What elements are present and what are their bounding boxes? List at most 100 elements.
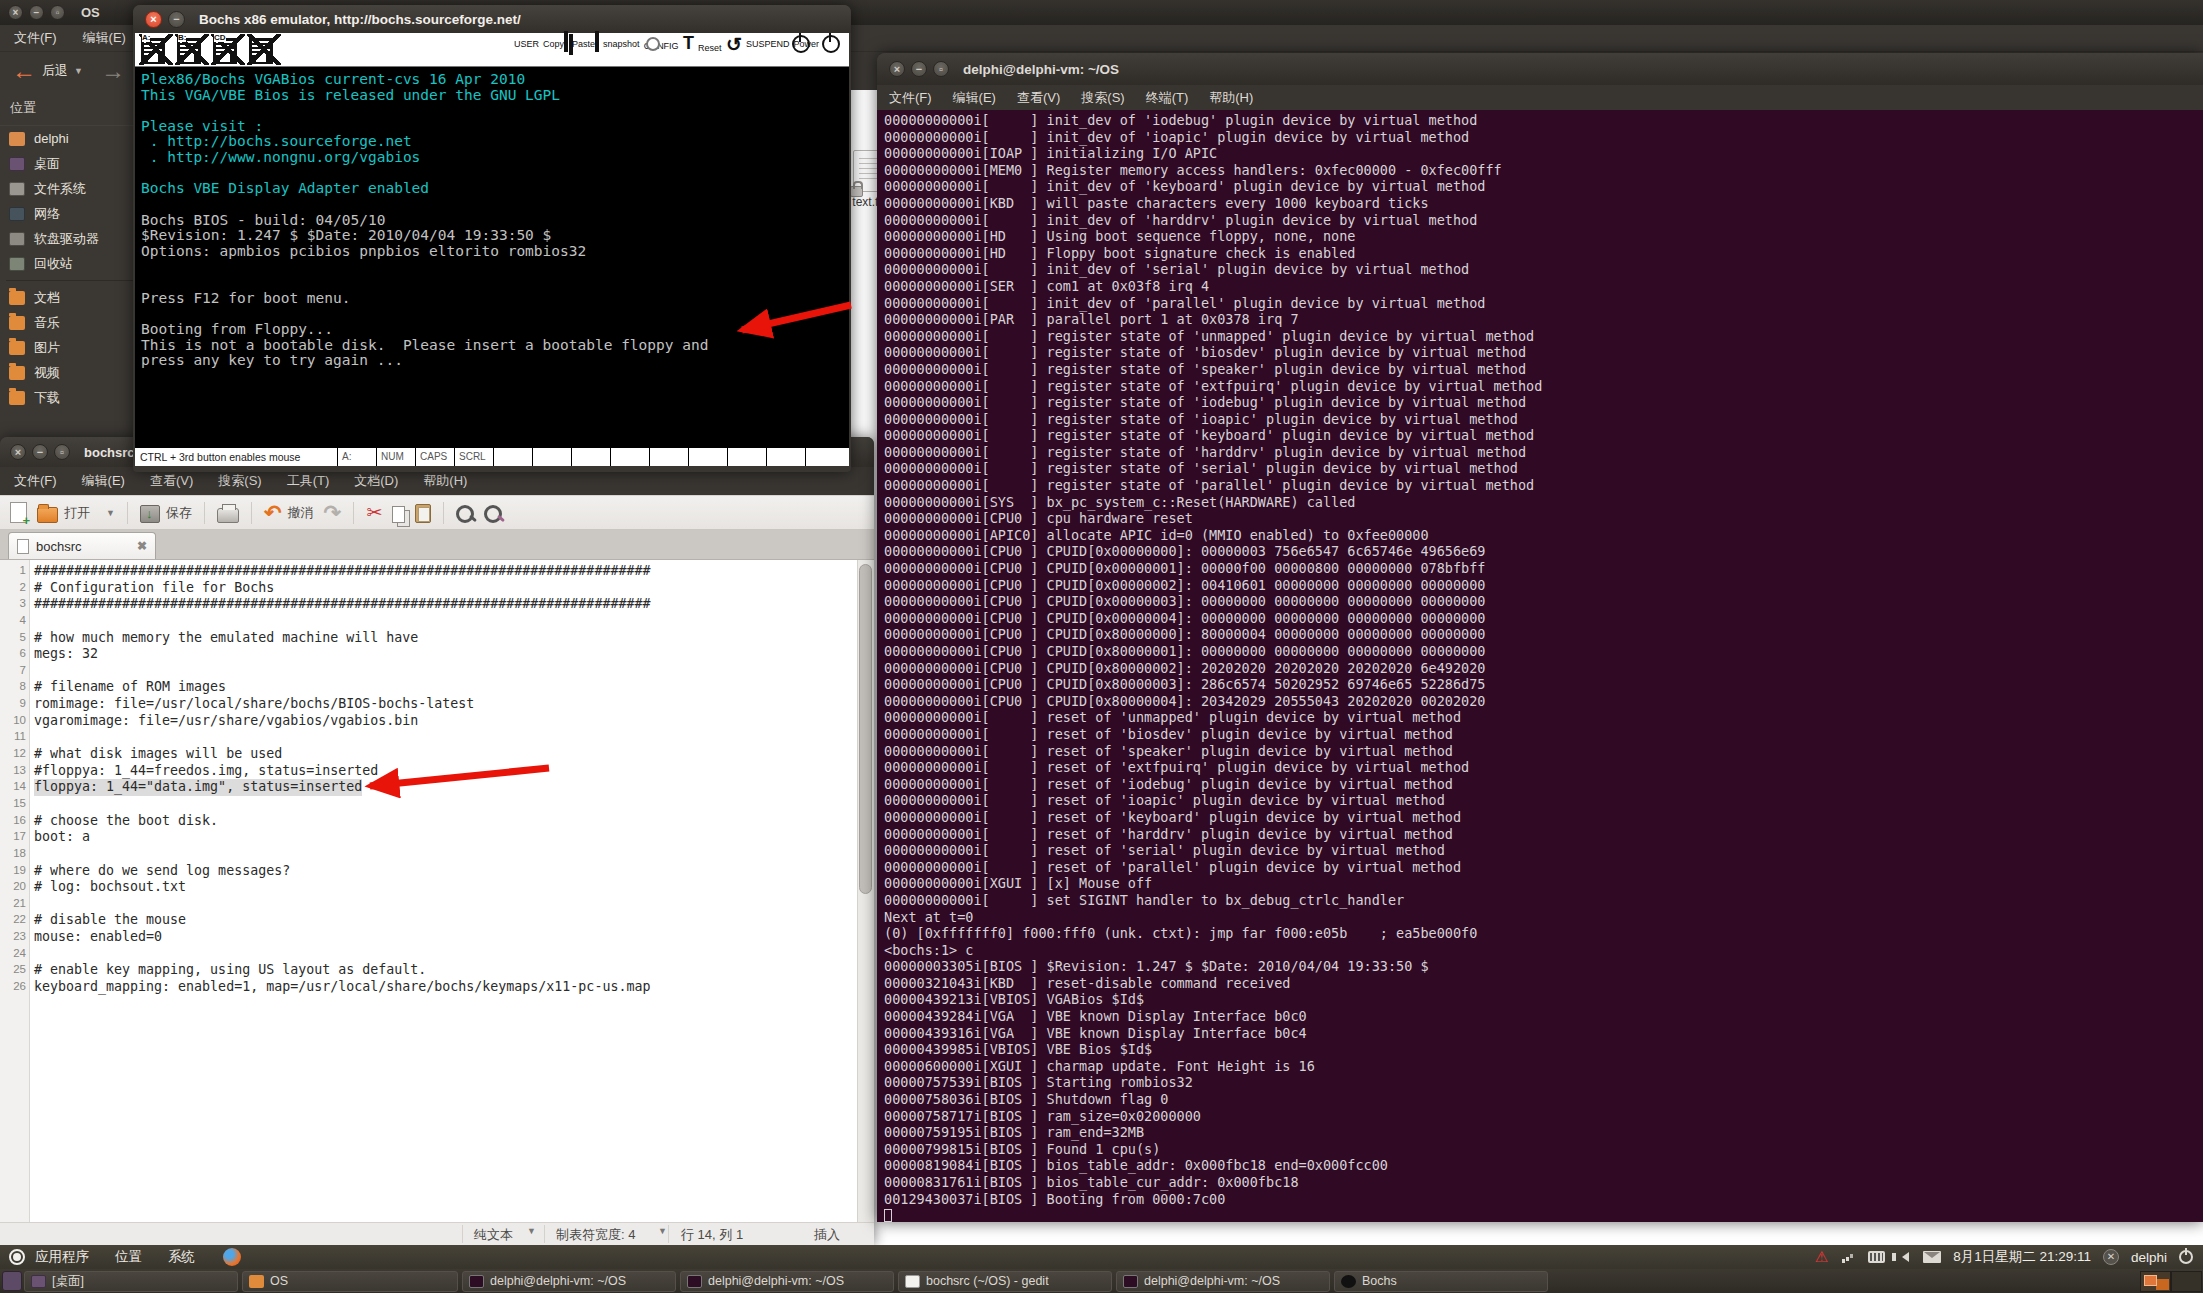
fm-minimize-icon[interactable]: − bbox=[29, 5, 44, 20]
paste-icon[interactable] bbox=[415, 504, 431, 523]
fm-places-label[interactable]: 位置 bbox=[10, 99, 140, 117]
gedit-menu-item[interactable]: 文件(F) bbox=[14, 472, 57, 490]
fm-menu-item[interactable]: 文件(F) bbox=[14, 29, 57, 47]
bochs-disk-icon[interactable]: B: bbox=[175, 34, 209, 65]
undo-icon[interactable]: ↶ bbox=[264, 502, 282, 524]
cut-icon[interactable]: ✂ bbox=[366, 502, 382, 524]
power-icon[interactable] bbox=[2179, 1250, 2193, 1264]
find-icon[interactable] bbox=[456, 502, 474, 524]
gedit-line: 8# filename of ROM images bbox=[0, 679, 874, 696]
workspace-2[interactable] bbox=[2171, 1271, 2202, 1292]
bochs-tool-button[interactable]: USER bbox=[514, 33, 539, 56]
fm-menu-item[interactable]: 编辑(E) bbox=[83, 29, 126, 47]
terminal-line: 00000000000i[ ] register state of 'iodeb… bbox=[884, 394, 2203, 411]
gedit-maximize-icon[interactable]: ▫ bbox=[54, 444, 70, 460]
back-dropdown-icon[interactable]: ▼ bbox=[74, 66, 83, 76]
bochs-status-message: CTRL + 3rd button enables mouse bbox=[135, 448, 337, 466]
copy-icon[interactable] bbox=[392, 506, 405, 523]
doc-type-dropdown-icon[interactable]: ▼ bbox=[527, 1226, 536, 1236]
fm-maximize-icon[interactable]: ▫ bbox=[50, 5, 65, 20]
open-button-label[interactable]: 打开 bbox=[64, 504, 90, 522]
terminal-titlebar[interactable]: × − ▫ delphi@delphi-vm: ~/OS bbox=[877, 53, 2203, 85]
applications-menu[interactable]: 应用程序 bbox=[35, 1248, 89, 1266]
terminal-maximize-icon[interactable]: ▫ bbox=[933, 61, 949, 77]
back-button-label[interactable]: 后退 bbox=[42, 62, 68, 80]
gedit-menu-item[interactable]: 编辑(E) bbox=[82, 472, 125, 490]
doc-type-label[interactable]: 纯文本 bbox=[474, 1226, 513, 1244]
warning-icon[interactable]: ⚠ bbox=[1815, 1248, 1828, 1266]
bochs-disk-icon[interactable] bbox=[247, 34, 281, 65]
user-name[interactable]: delphi bbox=[2131, 1250, 2167, 1265]
gedit-menu-item[interactable]: 文档(D) bbox=[354, 472, 398, 490]
tab-width-dropdown-icon[interactable]: ▼ bbox=[658, 1226, 667, 1236]
replace-icon[interactable] bbox=[484, 502, 502, 524]
bochs-tool-button[interactable]: Reset bbox=[698, 33, 742, 56]
terminal-screen[interactable]: 00000000000i[ ] init_dev of 'iodebug' pl… bbox=[877, 110, 2203, 1222]
save-button-label[interactable]: 保存 bbox=[166, 504, 192, 522]
bochs-display[interactable]: Plex86/Bochs VGABios current-cvs 16 Apr … bbox=[135, 67, 849, 447]
terminal-menu-item[interactable]: 查看(V) bbox=[1012, 87, 1065, 109]
workspace-switcher[interactable] bbox=[2140, 1271, 2203, 1292]
network-icon[interactable] bbox=[1840, 1251, 1856, 1263]
save-icon[interactable] bbox=[140, 505, 160, 523]
gedit-menu-item[interactable]: 工具(T) bbox=[287, 472, 330, 490]
open-dropdown-icon[interactable]: ▼ bbox=[106, 508, 115, 518]
taskbar-button-desktop[interactable]: [桌面] bbox=[24, 1271, 238, 1292]
terminal-menu-item[interactable]: 终端(T) bbox=[1141, 87, 1194, 109]
bochs-close-icon[interactable]: × bbox=[145, 11, 162, 28]
places-menu[interactable]: 位置 bbox=[115, 1248, 142, 1266]
show-desktop-icon[interactable] bbox=[2, 1271, 22, 1291]
taskbar-button[interactable]: Bochs bbox=[1334, 1271, 1548, 1292]
volume-icon[interactable] bbox=[1897, 1252, 1909, 1262]
new-document-icon[interactable] bbox=[10, 502, 27, 523]
bochs-tool-button[interactable]: SUSPEND bbox=[746, 33, 790, 56]
gedit-menu-item[interactable]: 帮助(H) bbox=[423, 472, 467, 490]
undo-button-label[interactable]: 撤消 bbox=[288, 504, 314, 522]
bochs-tool-button[interactable]: Paste bbox=[572, 33, 599, 56]
gedit-text-area[interactable]: 1#######################################… bbox=[0, 560, 874, 1222]
gedit-close-icon[interactable]: × bbox=[10, 444, 26, 460]
taskbar-button[interactable]: OS bbox=[242, 1271, 458, 1292]
terminal-menu-item[interactable]: 帮助(H) bbox=[1204, 87, 1258, 109]
taskbar-button[interactable]: delphi@delphi-vm: ~/OS bbox=[462, 1271, 676, 1292]
gedit-line: 10vgaromimage: file=/usr/share/vgabios/v… bbox=[0, 713, 874, 730]
terminal-close-icon[interactable]: × bbox=[889, 61, 905, 77]
tab-bochsrc[interactable]: bochsrc ✖ bbox=[8, 532, 156, 559]
system-menu[interactable]: 系统 bbox=[168, 1248, 195, 1266]
taskbar-button[interactable]: delphi@delphi-vm: ~/OS bbox=[680, 1271, 894, 1292]
bochs-disk-icon[interactable]: A: bbox=[139, 34, 173, 65]
messages-icon[interactable] bbox=[1923, 1251, 1941, 1263]
gedit-scrollbar-thumb[interactable] bbox=[859, 564, 872, 894]
firefox-icon[interactable] bbox=[223, 1248, 241, 1266]
gedit-statusbar: 纯文本 ▼ 制表符宽度: 4 ▼ 行 14, 列 1 插入 bbox=[0, 1222, 874, 1245]
tab-close-icon[interactable]: ✖ bbox=[137, 539, 147, 553]
clock[interactable]: 8月1日星期二 21:29:11 bbox=[1953, 1248, 2091, 1266]
bochs-titlebar[interactable]: × − Bochs x86 emulator, http://bochs.sou… bbox=[133, 5, 851, 33]
gedit-menu-item[interactable]: 查看(V) bbox=[150, 472, 193, 490]
back-icon[interactable]: ← bbox=[12, 59, 36, 83]
taskbar-button[interactable]: delphi@delphi-vm: ~/OS bbox=[1116, 1271, 1330, 1292]
bochs-tool-button[interactable]: Copy bbox=[543, 33, 568, 56]
bochs-tool-button[interactable]: snapshot bbox=[603, 33, 640, 56]
gedit-vertical-scrollbar[interactable] bbox=[857, 560, 874, 1222]
gedit-menu-item[interactable]: 搜索(S) bbox=[218, 472, 261, 490]
terminal-menu-item[interactable]: 文件(F) bbox=[884, 87, 937, 109]
bochs-minimize-icon[interactable]: − bbox=[168, 11, 185, 28]
bochs-disk-icon[interactable]: CD bbox=[211, 34, 245, 65]
fm-close-icon[interactable]: × bbox=[8, 5, 23, 20]
terminal-line: 00000000000i[SER ] com1 at 0x03f8 irq 4 bbox=[884, 278, 2203, 295]
user-status-icon[interactable]: ✕ bbox=[2103, 1249, 2119, 1265]
gedit-minimize-icon[interactable]: − bbox=[32, 444, 48, 460]
tab-width-label[interactable]: 制表符宽度: 4 bbox=[556, 1226, 635, 1244]
forward-icon[interactable]: → bbox=[101, 59, 125, 83]
terminal-menu-item[interactable]: 搜索(S) bbox=[1076, 87, 1129, 109]
keyboard-indicator-icon[interactable] bbox=[1868, 1251, 1885, 1263]
terminal-menu-item[interactable]: 编辑(E) bbox=[948, 87, 1001, 109]
open-icon[interactable] bbox=[37, 507, 58, 523]
workspace-1[interactable] bbox=[2140, 1271, 2171, 1292]
taskbar-button[interactable]: bochsrc (~/OS) - gedit bbox=[898, 1271, 1112, 1292]
terminal-minimize-icon[interactable]: − bbox=[911, 61, 927, 77]
ubuntu-logo-icon[interactable] bbox=[9, 1249, 25, 1265]
print-icon[interactable] bbox=[217, 508, 239, 523]
redo-icon[interactable]: ↷ bbox=[324, 502, 342, 524]
